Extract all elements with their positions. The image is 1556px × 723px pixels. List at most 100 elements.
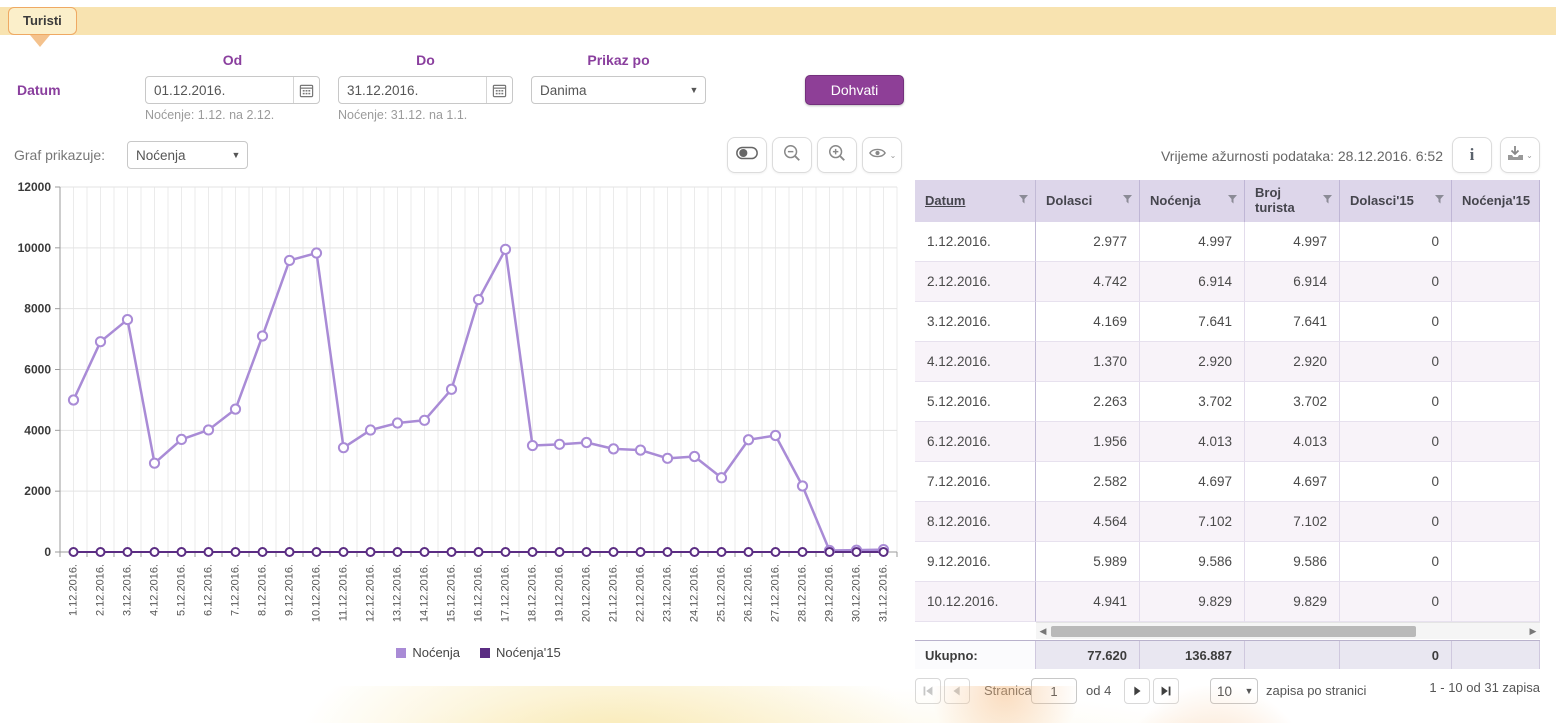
cell-value: 0 bbox=[1340, 462, 1452, 502]
svg-text:30.12.2016.: 30.12.2016. bbox=[851, 564, 863, 622]
filter-icon[interactable] bbox=[1018, 194, 1029, 209]
download-icon bbox=[1507, 145, 1524, 166]
dohvati-button[interactable]: Dohvati bbox=[805, 75, 904, 105]
table-row[interactable]: 8.12.2016.4.5647.1027.1020 bbox=[915, 502, 1540, 542]
filter-icon[interactable] bbox=[1122, 194, 1133, 209]
svg-text:3.12.2016.: 3.12.2016. bbox=[122, 564, 134, 616]
cell-value: 7.641 bbox=[1140, 302, 1245, 342]
page-size-select[interactable]: 10 ▼ bbox=[1210, 678, 1258, 704]
table-row[interactable]: 5.12.2016.2.2633.7023.7020 bbox=[915, 382, 1540, 422]
cell-value bbox=[1452, 382, 1540, 422]
zoom-out-button[interactable] bbox=[772, 137, 812, 173]
svg-text:4000: 4000 bbox=[24, 423, 51, 437]
prikaz-po-value: Danima bbox=[532, 83, 683, 98]
cell-value bbox=[1452, 222, 1540, 262]
horizontal-scrollbar[interactable]: ◀ ▶ bbox=[1036, 622, 1540, 639]
info-button[interactable]: i bbox=[1452, 137, 1492, 173]
datum-label: Datum bbox=[17, 82, 61, 98]
page-number-input[interactable] bbox=[1031, 678, 1077, 704]
svg-text:12000: 12000 bbox=[18, 180, 52, 194]
filter-icon[interactable] bbox=[1227, 194, 1238, 209]
column-header-label: Dolasci'15 bbox=[1350, 194, 1434, 209]
cell-datum: 10.12.2016. bbox=[915, 582, 1036, 622]
cell-value bbox=[1452, 342, 1540, 382]
svg-text:13.12.2016.: 13.12.2016. bbox=[392, 564, 404, 622]
export-button[interactable]: ⌄ bbox=[1500, 137, 1540, 173]
info-icon: i bbox=[1470, 145, 1475, 165]
svg-text:8.12.2016.: 8.12.2016. bbox=[257, 564, 269, 616]
scroll-right-icon[interactable]: ▶ bbox=[1526, 626, 1540, 637]
calendar-icon[interactable] bbox=[486, 77, 512, 103]
totals-value bbox=[1452, 641, 1540, 669]
legend-label: Noćenja'15 bbox=[496, 645, 561, 660]
cell-value: 6.914 bbox=[1140, 262, 1245, 302]
cell-value: 9.586 bbox=[1245, 542, 1340, 582]
column-header[interactable]: Dolasci bbox=[1036, 180, 1140, 222]
table-row[interactable]: 3.12.2016.4.1697.6417.6410 bbox=[915, 302, 1540, 342]
cell-value: 2.920 bbox=[1140, 342, 1245, 382]
svg-text:29.12.2016.: 29.12.2016. bbox=[824, 564, 836, 622]
calendar-icon[interactable] bbox=[293, 77, 319, 103]
table-row[interactable]: 1.12.2016.2.9774.9974.9970 bbox=[915, 222, 1540, 262]
cell-value: 0 bbox=[1340, 262, 1452, 302]
prikaz-po-select[interactable]: Danima ▼ bbox=[531, 76, 706, 104]
table-row[interactable]: 9.12.2016.5.9899.5869.5860 bbox=[915, 542, 1540, 582]
svg-text:6000: 6000 bbox=[24, 363, 51, 377]
column-header[interactable]: Dolasci'15 bbox=[1340, 180, 1452, 222]
cell-value: 2.977 bbox=[1036, 222, 1140, 262]
column-header[interactable]: Datum bbox=[915, 180, 1036, 222]
filter-icon[interactable] bbox=[1434, 194, 1445, 209]
tab-turisti[interactable]: Turisti bbox=[8, 7, 77, 35]
chevron-right-icon bbox=[1129, 683, 1145, 699]
totals-label: Ukupno: bbox=[915, 641, 1036, 669]
cell-value: 4.013 bbox=[1245, 422, 1340, 462]
svg-text:6.12.2016.: 6.12.2016. bbox=[203, 564, 215, 616]
column-header[interactable]: Noćenja'15 bbox=[1452, 180, 1540, 222]
cell-value bbox=[1452, 422, 1540, 462]
cell-value: 4.697 bbox=[1140, 462, 1245, 502]
table-row[interactable]: 4.12.2016.1.3702.9202.9200 bbox=[915, 342, 1540, 382]
legend-item[interactable]: Noćenja bbox=[396, 645, 460, 660]
graf-prikazuje-select[interactable]: Noćenja ▼ bbox=[127, 141, 248, 169]
chart-canvas: 0200040006000800010000120001.12.2016.2.1… bbox=[0, 180, 910, 650]
column-header-label: Noćenja'15 bbox=[1462, 194, 1533, 209]
table-row[interactable]: 2.12.2016.4.7426.9146.9140 bbox=[915, 262, 1540, 302]
visibility-menu-button[interactable]: ⌄ bbox=[862, 137, 902, 173]
svg-text:15.12.2016.: 15.12.2016. bbox=[446, 564, 458, 622]
next-page-button[interactable] bbox=[1124, 678, 1150, 704]
cell-value bbox=[1452, 542, 1540, 582]
date-from-input[interactable] bbox=[146, 83, 293, 98]
filter-icon[interactable] bbox=[1322, 194, 1333, 209]
cell-datum: 2.12.2016. bbox=[915, 262, 1036, 302]
eye-icon bbox=[868, 146, 887, 165]
chevron-left-icon bbox=[949, 683, 965, 699]
svg-text:23.12.2016.: 23.12.2016. bbox=[662, 564, 674, 622]
last-page-button[interactable] bbox=[1153, 678, 1179, 704]
cell-value: 0 bbox=[1340, 422, 1452, 462]
line-chart[interactable]: 0200040006000800010000120001.12.2016.2.1… bbox=[0, 180, 910, 650]
zoom-in-button[interactable] bbox=[817, 137, 857, 173]
scroll-left-icon[interactable]: ◀ bbox=[1036, 626, 1050, 637]
svg-text:12.12.2016.: 12.12.2016. bbox=[365, 564, 377, 622]
table-row[interactable]: 10.12.2016.4.9419.8299.8290 bbox=[915, 582, 1540, 622]
previous-page-button[interactable] bbox=[944, 678, 970, 704]
cell-value: 9.829 bbox=[1140, 582, 1245, 622]
totals-value: 136.887 bbox=[1140, 641, 1245, 669]
svg-text:27.12.2016.: 27.12.2016. bbox=[770, 564, 782, 622]
totals-value: 77.620 bbox=[1036, 641, 1140, 669]
table-row[interactable]: 6.12.2016.1.9564.0134.0130 bbox=[915, 422, 1540, 462]
first-page-button[interactable] bbox=[915, 678, 941, 704]
scrollbar-thumb[interactable] bbox=[1051, 626, 1416, 637]
cell-value bbox=[1452, 262, 1540, 302]
toggle-series-button[interactable] bbox=[727, 137, 767, 173]
column-header[interactable]: Noćenja bbox=[1140, 180, 1245, 222]
grid-body: 1.12.2016.2.9774.9974.99702.12.2016.4.74… bbox=[915, 222, 1540, 622]
turisti-dashboard: Turisti Datum Od Do Prikaz po Noćenje: 1… bbox=[0, 0, 1556, 723]
table-row[interactable]: 7.12.2016.2.5824.6974.6970 bbox=[915, 462, 1540, 502]
legend-item[interactable]: Noćenja'15 bbox=[480, 645, 561, 660]
date-to-input[interactable] bbox=[339, 83, 486, 98]
column-header-label: Broj turista bbox=[1255, 186, 1322, 216]
cell-datum: 7.12.2016. bbox=[915, 462, 1036, 502]
column-header[interactable]: Broj turista bbox=[1245, 180, 1340, 222]
legend-label: Noćenja bbox=[412, 645, 460, 660]
